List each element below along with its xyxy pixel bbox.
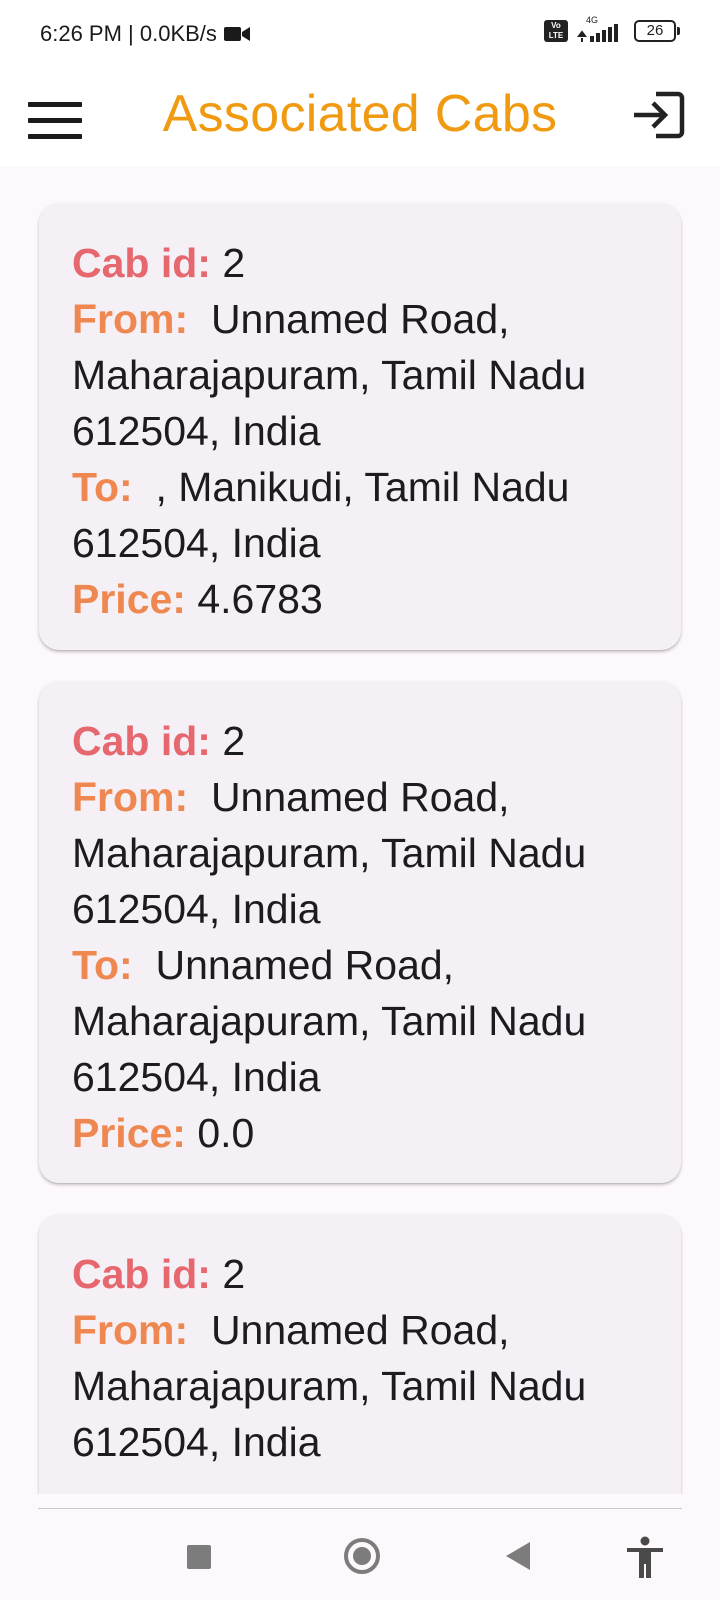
cab-list[interactable]: Cab id: 2 From: Unnamed Road, Maharajapu… (0, 166, 720, 1494)
video-camera-icon (223, 27, 250, 41)
cab-id-row: Cab id: 2 (72, 713, 649, 769)
status-right: Vo LTE 4G 26 (544, 15, 680, 44)
price-row: Price: 4.6783 (72, 571, 649, 627)
cab-card[interactable]: Cab id: 2 From: Unnamed Road, Maharajapu… (39, 1214, 681, 1494)
to-value: , Manikudi, Tamil Nadu 612504, India (72, 464, 570, 566)
from-label: From: (72, 296, 189, 342)
logout-icon[interactable] (632, 88, 686, 142)
divider (38, 1508, 682, 1509)
screen: 6:26 PM | 0.0KB/s Vo LTE 4G 26 Associate… (0, 0, 720, 1600)
battery-icon: 26 (634, 20, 680, 42)
to-row: To: , Manikudi, Tamil Nadu 612504, India (72, 459, 649, 571)
price-value: 4.6783 (197, 576, 323, 622)
price-label: Price: (72, 1110, 186, 1156)
cab-card[interactable]: Cab id: 2 From: Unnamed Road, Maharajapu… (39, 681, 681, 1183)
circle-home-icon[interactable] (344, 1538, 380, 1574)
volte-icon: Vo LTE (544, 20, 568, 42)
to-row: To: Unnamed Road, Maharajapuram, Tamil N… (72, 937, 649, 1105)
price-value: 0.0 (197, 1110, 255, 1156)
cab-id-label: Cab id: (72, 1251, 211, 1297)
to-value: Unnamed Road, Maharajapuram, Tamil Nadu … (72, 942, 587, 1100)
cab-id-label: Cab id: (72, 240, 211, 286)
from-row: From: Unnamed Road, Maharajapuram, Tamil… (72, 769, 649, 937)
cab-card[interactable]: Cab id: 2 From: Unnamed Road, Maharajapu… (39, 203, 681, 650)
app-bar: Associated Cabs (0, 70, 720, 166)
cab-id-value: 2 (222, 718, 246, 764)
battery-level: 26 (646, 22, 664, 39)
cab-id-row: Cab id: 2 (72, 235, 649, 291)
cab-id-row: Cab id: 2 (72, 1246, 649, 1302)
from-row: From: Unnamed Road, Maharajapuram, Tamil… (72, 291, 649, 459)
from-label: From: (72, 1307, 189, 1353)
from-row: From: Unnamed Road, Maharajapuram, Tamil… (72, 1302, 649, 1470)
signal-icon: 4G (576, 15, 626, 44)
status-time-speed: 6:26 PM | 0.0KB/s (40, 21, 217, 46)
price-label: Price: (72, 576, 186, 622)
price-row: Price: 0.0 (72, 1105, 649, 1161)
from-label: From: (72, 774, 189, 820)
page-title: Associated Cabs (162, 85, 558, 143)
system-nav-bar (0, 1510, 720, 1600)
square-recents-icon[interactable] (187, 1545, 211, 1569)
to-label: To: (72, 464, 133, 510)
to-label: To: (72, 942, 133, 988)
triangle-back-icon[interactable] (506, 1542, 530, 1570)
cab-id-label: Cab id: (72, 718, 211, 764)
status-bar: 6:26 PM | 0.0KB/s Vo LTE 4G 26 (0, 0, 720, 70)
cab-id-value: 2 (222, 1251, 246, 1297)
cab-id-value: 2 (222, 240, 246, 286)
accessibility-icon[interactable] (625, 1536, 665, 1580)
status-left: 6:26 PM | 0.0KB/s (40, 21, 251, 47)
